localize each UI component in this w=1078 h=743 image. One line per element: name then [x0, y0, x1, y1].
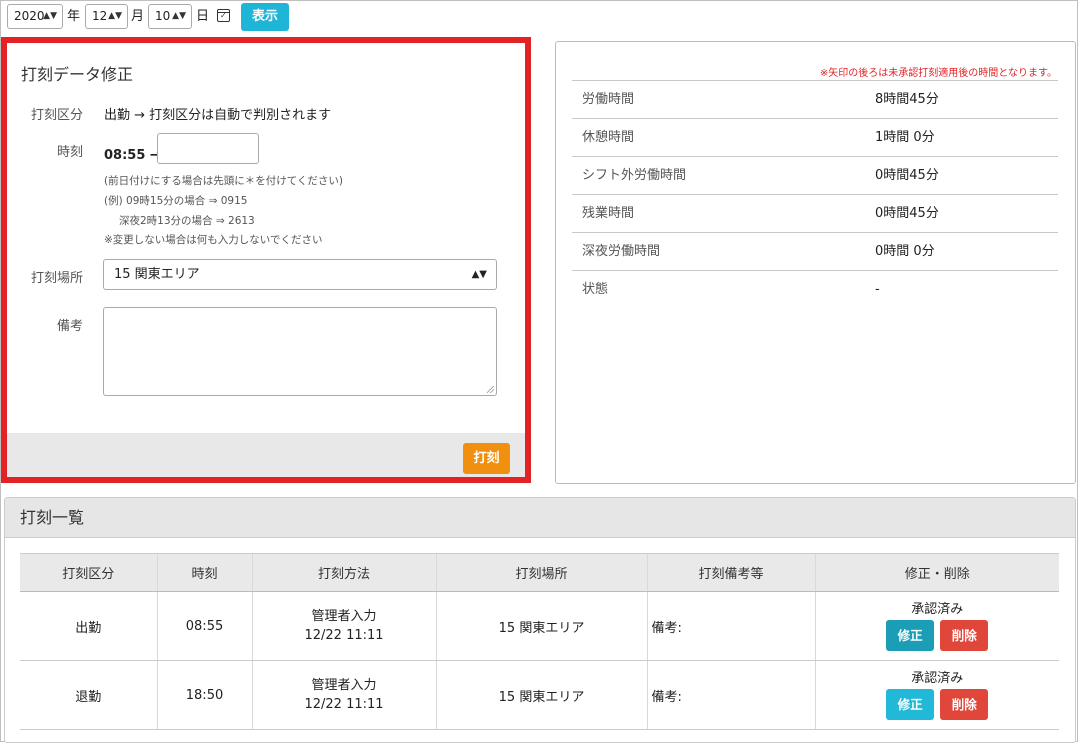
- summary-key: 状態: [582, 282, 609, 297]
- method-time: 12/22 11:11: [304, 628, 384, 643]
- place-cell: 15 関東エリア: [435, 591, 647, 661]
- stamp-list-panel: 打刻一覧 打刻区分 時刻 打刻方法 打刻場所 打刻備考等 修正・削除 出勤 08…: [4, 497, 1076, 743]
- show-button[interactable]: 表示: [241, 3, 289, 31]
- place-label: 打刻場所: [30, 271, 83, 286]
- day-select[interactable]: 10 ▲▼: [148, 4, 192, 29]
- summary-value: 0時間 0分: [875, 244, 935, 259]
- place-cell: 15 関東エリア: [435, 660, 647, 730]
- select-arrows-icon: ▲▼: [172, 11, 186, 21]
- method-cell: 管理者入力 12/22 11:11: [251, 660, 436, 730]
- year-select[interactable]: 2020 ▲▼: [7, 4, 63, 29]
- column-header: 打刻備考等: [646, 553, 815, 592]
- type-cell: 出勤: [20, 591, 157, 661]
- column-header: 打刻区分: [20, 553, 157, 592]
- method-text: 管理者入力: [311, 609, 377, 624]
- calendar-icon[interactable]: [217, 9, 230, 22]
- summary-row-off-shift-hours: シフト外労働時間 0時間45分: [572, 156, 1058, 194]
- work-summary-panel: ※矢印の後ろは未承認打刻適用後の時間となります。 労働時間 8時間45分 休憩時…: [555, 41, 1076, 484]
- select-arrows-icon: ▲▼: [471, 269, 487, 280]
- table-row: 出勤 08:55 管理者入力 12/22 11:11 15 関東エリア 備考: …: [20, 591, 1059, 661]
- method-text: 管理者入力: [311, 678, 377, 693]
- time-cell: 08:55: [156, 591, 252, 661]
- summary-note: ※矢印の後ろは未承認打刻適用後の時間となります。: [819, 68, 1057, 79]
- summary-table: 労働時間 8時間45分 休憩時間 1時間 0分 シフト外労働時間 0時間45分 …: [572, 80, 1058, 308]
- time-input[interactable]: [157, 133, 259, 164]
- type-value: 出勤 → 打刻区分は自動で判別されます: [104, 108, 332, 123]
- year-unit: 年: [67, 9, 81, 24]
- place-value: 15 関東エリア: [114, 267, 200, 282]
- summary-value: 8時間45分: [875, 92, 939, 107]
- month-select[interactable]: 12 ▲▼: [85, 4, 128, 29]
- summary-row-status: 状態 -: [572, 270, 1058, 308]
- summary-value: 1時間 0分: [875, 130, 935, 145]
- delete-button[interactable]: 削除: [940, 619, 989, 651]
- edit-title: 打刻データ修正: [21, 65, 134, 84]
- table-row: 退勤 18:50 管理者入力 12/22 11:11 15 関東エリア 備考: …: [20, 660, 1059, 730]
- time-value: 08:55 →: [104, 148, 161, 163]
- column-header: 修正・削除: [814, 553, 1059, 592]
- list-header: 打刻一覧: [5, 498, 1075, 538]
- summary-key: シフト外労働時間: [582, 168, 687, 183]
- memo-textarea[interactable]: [103, 307, 497, 396]
- summary-row-night-hours: 深夜労働時間 0時間 0分: [572, 232, 1058, 270]
- edit-footer: 打刻: [7, 433, 525, 477]
- month-value: 12: [92, 9, 108, 23]
- summary-key: 労働時間: [582, 92, 635, 107]
- summary-value: -: [875, 282, 880, 297]
- actions-cell: 承認済み 修正 削除: [814, 660, 1059, 730]
- hint-late-night: 深夜2時13分の場合 ⇒ 2613: [119, 215, 255, 227]
- select-arrows-icon: ▲▼: [43, 11, 57, 21]
- summary-key: 休憩時間: [582, 130, 635, 145]
- time-label: 時刻: [56, 145, 83, 160]
- fix-button[interactable]: 修正: [886, 688, 935, 720]
- hint-no-change: ※変更しない場合は何も入力しないでください: [104, 234, 323, 246]
- year-value: 2020: [14, 9, 45, 23]
- column-header: 打刻方法: [251, 553, 436, 592]
- type-cell: 退勤: [20, 660, 157, 730]
- summary-key: 深夜労働時間: [582, 244, 661, 259]
- summary-value: 0時間45分: [875, 168, 939, 183]
- memo-cell: 備考:: [646, 591, 815, 661]
- stamp-edit-panel: 打刻データ修正 打刻区分 出勤 → 打刻区分は自動で判別されます 時刻 08:5…: [1, 37, 531, 483]
- column-header: 時刻: [156, 553, 252, 592]
- status-text: 承認済み: [911, 601, 964, 617]
- memo-cell: 備考:: [646, 660, 815, 730]
- type-label: 打刻区分: [30, 108, 83, 123]
- method-cell: 管理者入力 12/22 11:11: [251, 591, 436, 661]
- summary-row-overtime-hours: 残業時間 0時間45分: [572, 194, 1058, 232]
- stamp-button[interactable]: 打刻: [463, 443, 510, 474]
- summary-row-work-hours: 労働時間 8時間45分: [572, 80, 1058, 118]
- method-time: 12/22 11:11: [304, 697, 384, 712]
- summary-value: 0時間45分: [875, 206, 939, 221]
- table-header-row: 打刻区分 時刻 打刻方法 打刻場所 打刻備考等 修正・削除: [20, 553, 1059, 592]
- stamp-table: 打刻区分 時刻 打刻方法 打刻場所 打刻備考等 修正・削除 出勤 08:55 管…: [20, 553, 1059, 730]
- memo-label: 備考: [56, 319, 83, 334]
- place-select[interactable]: 15 関東エリア ▲▼: [103, 259, 497, 290]
- hint-previous-day: (前日付けにする場合は先頭に＊を付けてください): [104, 175, 343, 187]
- column-header: 打刻場所: [435, 553, 647, 592]
- day-unit: 日: [196, 9, 210, 24]
- delete-button[interactable]: 削除: [940, 688, 989, 720]
- list-title: 打刻一覧: [20, 508, 85, 527]
- summary-row-break-hours: 休憩時間 1時間 0分: [572, 118, 1058, 156]
- status-text: 承認済み: [911, 670, 964, 686]
- summary-key: 残業時間: [582, 206, 635, 221]
- day-value: 10: [155, 9, 171, 23]
- fix-button[interactable]: 修正: [886, 619, 935, 651]
- hint-example: (例) 09時15分の場合 ⇒ 0915: [104, 195, 248, 207]
- select-arrows-icon: ▲▼: [108, 11, 122, 21]
- actions-cell: 承認済み 修正 削除: [814, 591, 1059, 661]
- month-unit: 月: [131, 9, 145, 24]
- time-cell: 18:50: [156, 660, 252, 730]
